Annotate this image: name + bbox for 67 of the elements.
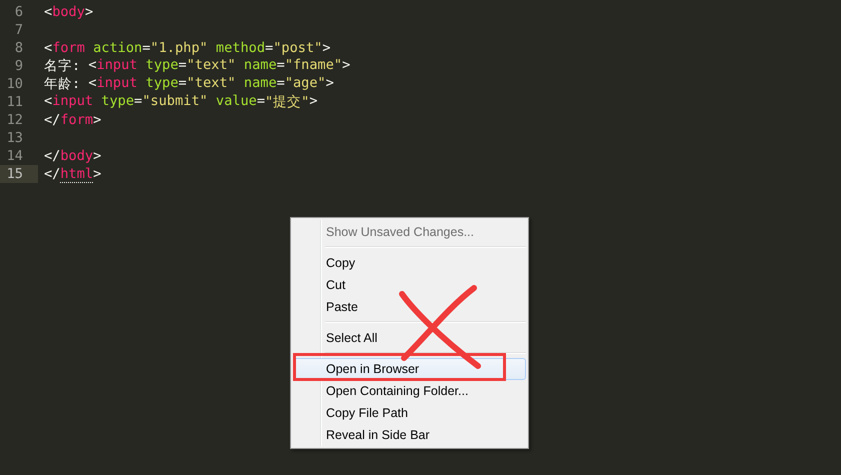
code-token: body: [60, 148, 94, 164]
code-token: name: [242, 57, 277, 75]
code-token: >: [84, 4, 94, 20]
code-token: >: [93, 148, 102, 164]
code-token: 名字:: [44, 57, 82, 75]
code-token: =: [178, 75, 187, 93]
code-token: input: [96, 75, 138, 93]
code-token: "fname": [284, 57, 342, 75]
code-token: >: [93, 166, 102, 182]
code-token: "提交": [265, 93, 310, 111]
code-token: 年龄:: [44, 75, 82, 93]
code-token: "text": [186, 75, 236, 93]
menu-item[interactable]: Open Containing Folder...: [293, 380, 526, 402]
code-token: input: [96, 57, 138, 75]
code-token: html: [60, 166, 94, 182]
code-token: =: [142, 40, 150, 56]
line-number: 10: [6, 75, 24, 93]
code-token: input: [52, 93, 94, 111]
code-token: <: [88, 57, 97, 75]
line-number: 13: [6, 129, 24, 147]
code-token: type: [144, 57, 178, 75]
menu-item[interactable]: Paste: [293, 296, 526, 318]
code-token: >: [93, 112, 102, 128]
code-token: "text": [186, 57, 236, 75]
code-token: "submit": [142, 93, 208, 111]
menu-item[interactable]: Copy: [293, 252, 526, 274]
line-number: 9: [14, 57, 24, 75]
code-token: type: [100, 93, 134, 111]
code-token: =: [276, 75, 285, 93]
line-number: 14: [6, 147, 24, 165]
code-token: "age": [284, 75, 326, 93]
code-token: method: [214, 40, 266, 56]
code-token: value: [214, 93, 257, 111]
code-token: action: [92, 40, 142, 56]
code-token: >: [322, 40, 330, 56]
code-token: =: [134, 93, 142, 111]
code-token: <: [44, 40, 52, 56]
code-token: =: [178, 57, 187, 75]
line-number: 12: [6, 111, 24, 129]
code-token: >: [342, 57, 350, 75]
code-token: =: [256, 93, 265, 111]
code-token: </: [44, 112, 60, 128]
code-token: name: [242, 75, 277, 93]
code-token: <: [88, 75, 97, 93]
code-token: </: [44, 148, 60, 164]
code-token: form: [52, 40, 85, 56]
menu-item[interactable]: Cut: [293, 274, 526, 296]
code-token: =: [276, 57, 285, 75]
code-token: form: [60, 112, 94, 128]
code-token: "post": [273, 40, 322, 56]
code-token: type: [144, 75, 178, 93]
line-number: 6: [14, 3, 24, 21]
code-token: <: [44, 93, 52, 111]
code-token: >: [309, 93, 318, 111]
code-token: >: [326, 75, 334, 93]
menu-item[interactable]: Copy File Path: [293, 402, 526, 424]
menu-item[interactable]: Select All: [293, 327, 526, 349]
line-number: 8: [14, 39, 24, 57]
code-token: =: [265, 40, 274, 56]
code-token: <: [44, 4, 52, 20]
code-token: body: [52, 4, 85, 20]
code-token: </: [44, 166, 60, 182]
line-number: 15: [0, 165, 38, 183]
line-number: 7: [14, 21, 24, 39]
line-number: 11: [6, 93, 24, 111]
code-token: "1.php": [150, 40, 208, 56]
menu-item[interactable]: Reveal in Side Bar: [293, 424, 526, 446]
